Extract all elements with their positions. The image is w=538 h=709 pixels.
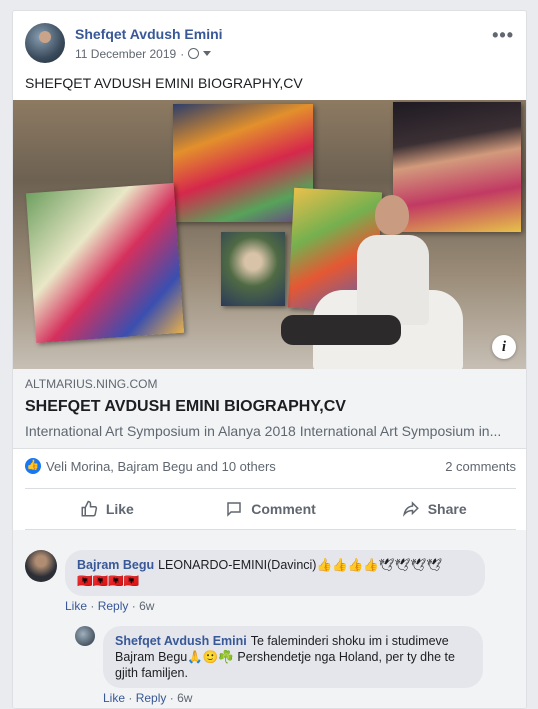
comment-item: Bajram Begu LEONARDO-EMINI(Davinci)👍👍👍👍🕊🕊…	[25, 550, 485, 613]
comment-reply-link[interactable]: Reply	[136, 691, 167, 705]
comment-like-link[interactable]: Like	[65, 599, 87, 613]
commenter-name[interactable]: Bajram Begu	[77, 558, 154, 572]
post-subline: 11 December 2019 ·	[75, 47, 223, 61]
comment-actions: Like · Reply · 6w	[103, 691, 193, 705]
painting	[25, 183, 185, 343]
info-icon[interactable]: i	[492, 335, 516, 359]
comment-bubble: Shefqet Avdush Emini Te faleminderi shoku…	[103, 626, 483, 688]
author-avatar[interactable]	[25, 23, 65, 63]
commenter-avatar[interactable]	[75, 626, 95, 646]
comment-bubble: Bajram Begu LEONARDO-EMINI(Davinci)👍👍👍👍🕊🕊…	[65, 550, 485, 596]
comment-icon	[227, 502, 241, 517]
comment-reply-link[interactable]: Reply	[98, 599, 129, 613]
link-preview-image[interactable]: i	[13, 100, 526, 369]
link-title[interactable]: SHEFQET AVDUSH EMINI BIOGRAPHY,CV	[25, 398, 516, 416]
commenter-avatar[interactable]	[25, 550, 57, 582]
comment-time[interactable]: 6w	[177, 691, 192, 705]
comment-actions: Like · Reply · 6w	[65, 599, 155, 613]
post-text: SHEFQET AVDUSH EMINI BIOGRAPHY,CV	[25, 75, 303, 91]
link-preview[interactable]: ALTMARIUS.NING.COM SHEFQET AVDUSH EMINI …	[13, 369, 526, 449]
painting	[221, 232, 285, 306]
link-domain: ALTMARIUS.NING.COM	[25, 377, 158, 391]
comment-like-link[interactable]: Like	[103, 691, 125, 705]
comment-text: LEONARDO-EMINI(Davinci)👍👍👍👍🕊🕊🕊🕊	[158, 558, 443, 572]
commenter-name[interactable]: Shefqet Avdush Emini	[115, 634, 247, 648]
reply-item: Shefqet Avdush Emini Te faleminderi shoku…	[75, 626, 483, 705]
reactions-summary[interactable]: 👍 Veli Morina, Bajram Begu and 10 others	[25, 458, 276, 474]
post-date[interactable]: 11 December 2019	[75, 47, 176, 61]
author-name[interactable]: Shefqet Avdush Emini	[75, 26, 223, 42]
reactions-text[interactable]: Veli Morina, Bajram Begu and 10 others	[46, 459, 276, 474]
post-actions: Like Comment Share	[25, 488, 516, 530]
share-icon	[402, 501, 419, 517]
like-reaction-icon: 👍	[25, 458, 41, 474]
comments-count[interactable]: 2 comments	[445, 459, 516, 474]
comment-button[interactable]: Comment	[189, 489, 353, 529]
share-button[interactable]: Share	[352, 489, 516, 529]
comment-label: Comment	[251, 501, 316, 517]
painting	[173, 104, 313, 222]
reaction-stats: 👍 Veli Morina, Bajram Begu and 10 others…	[25, 458, 516, 474]
post-meta: Shefqet Avdush Emini 11 December 2019 ·	[75, 26, 223, 61]
share-label: Share	[427, 501, 467, 517]
globe-icon[interactable]	[188, 48, 200, 59]
chevron-down-icon[interactable]	[203, 51, 212, 56]
comment-time[interactable]: 6w	[139, 599, 154, 613]
post-header: Shefqet Avdush Emini 11 December 2019 ·	[25, 23, 223, 63]
link-description: International Art Symposium in Alanya 20…	[25, 423, 502, 439]
like-label: Like	[105, 501, 134, 517]
thumbs-up-icon	[81, 500, 97, 517]
more-options-icon[interactable]: •••	[492, 25, 514, 46]
post-card: Shefqet Avdush Emini 11 December 2019 · …	[12, 10, 527, 709]
artist-legs	[281, 315, 401, 345]
like-button[interactable]: Like	[25, 489, 189, 529]
comment-flags: 🇦🇱🇦🇱🇦🇱🇦🇱	[77, 574, 140, 588]
date-separator: ·	[180, 46, 185, 61]
comments-section: Bajram Begu LEONARDO-EMINI(Davinci)👍👍👍👍🕊🕊…	[13, 530, 526, 708]
